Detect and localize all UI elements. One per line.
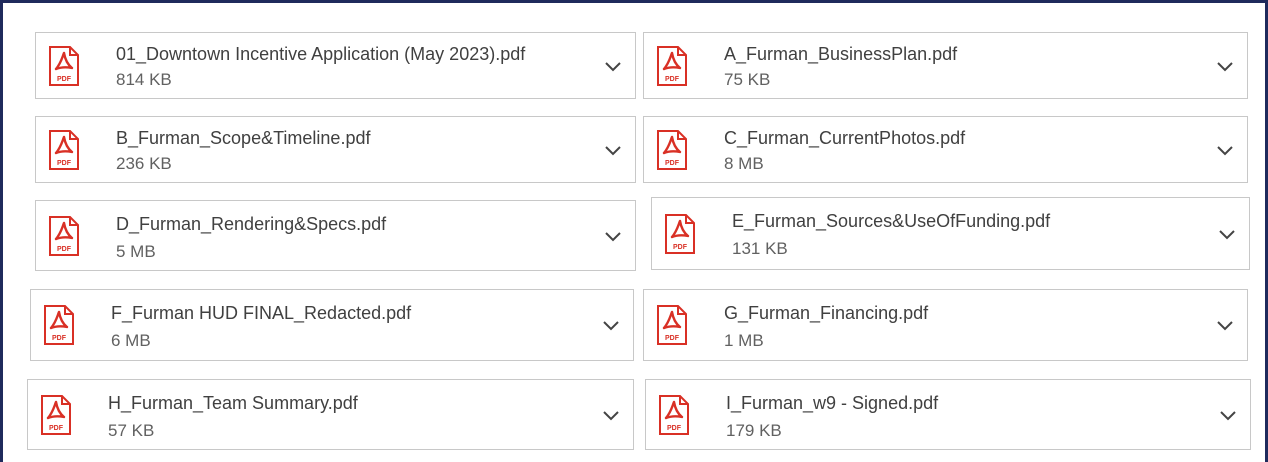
chevron-down-icon[interactable] xyxy=(1213,54,1237,78)
attachments-panel: PDF 01_Downtown Incentive Application (M… xyxy=(0,0,1268,462)
pdf-file-icon: PDF xyxy=(657,305,687,345)
chevron-down-icon[interactable] xyxy=(1215,222,1239,246)
attachment-size: 6 MB xyxy=(111,331,151,350)
pdf-file-icon: PDF xyxy=(657,45,687,86)
svg-text:PDF: PDF xyxy=(57,76,72,83)
attachment-size: 8 MB xyxy=(724,154,764,173)
attachment-size: 75 KB xyxy=(724,70,771,89)
attachment-card[interactable]: PDF 01_Downtown Incentive Application (M… xyxy=(35,32,636,99)
svg-text:PDF: PDF xyxy=(52,335,67,342)
attachment-card[interactable]: PDF C_Furman_CurrentPhotos.pdf 8 MB xyxy=(643,116,1248,183)
attachment-name: F_Furman HUD FINAL_Redacted.pdf xyxy=(111,303,412,323)
attachment-name: A_Furman_BusinessPlan.pdf xyxy=(724,44,958,64)
attachment-size: 131 KB xyxy=(732,239,788,258)
pdf-file-icon: PDF xyxy=(657,129,687,170)
attachment-name: E_Furman_Sources&UseOfFunding.pdf xyxy=(732,211,1051,231)
attachment-size: 1 MB xyxy=(724,331,764,350)
attachment-size: 814 KB xyxy=(116,70,172,89)
attachment-name: I_Furman_w9 - Signed.pdf xyxy=(726,393,939,413)
attachment-card[interactable]: PDF G_Furman_Financing.pdf 1 MB xyxy=(643,289,1248,361)
svg-text:PDF: PDF xyxy=(57,246,72,253)
attachment-name: H_Furman_Team Summary.pdf xyxy=(108,393,358,413)
svg-text:PDF: PDF xyxy=(57,160,72,167)
svg-text:PDF: PDF xyxy=(665,76,680,83)
attachment-card[interactable]: PDF D_Furman_Rendering&Specs.pdf 5 MB xyxy=(35,200,636,271)
attachment-card[interactable]: PDF E_Furman_Sources&UseOfFunding.pdf 13… xyxy=(651,197,1250,270)
attachment-card[interactable]: PDF A_Furman_BusinessPlan.pdf 75 KB xyxy=(643,32,1248,99)
chevron-down-icon[interactable] xyxy=(1213,313,1237,337)
attachment-size: 5 MB xyxy=(116,242,156,261)
chevron-down-icon[interactable] xyxy=(1216,403,1240,427)
attachment-name: D_Furman_Rendering&Specs.pdf xyxy=(116,214,387,234)
attachment-size: 236 KB xyxy=(116,154,172,173)
attachment-card[interactable]: PDF I_Furman_w9 - Signed.pdf 179 KB xyxy=(645,379,1251,450)
pdf-file-icon: PDF xyxy=(49,215,79,256)
pdf-file-icon: PDF xyxy=(44,305,74,345)
pdf-file-icon: PDF xyxy=(659,394,689,435)
chevron-down-icon[interactable] xyxy=(601,54,625,78)
attachment-card[interactable]: PDF H_Furman_Team Summary.pdf 57 KB xyxy=(27,379,634,450)
attachment-size: 57 KB xyxy=(108,421,155,440)
attachment-card[interactable]: PDF F_Furman HUD FINAL_Redacted.pdf 6 MB xyxy=(30,289,634,361)
chevron-down-icon[interactable] xyxy=(599,313,623,337)
attachment-name: C_Furman_CurrentPhotos.pdf xyxy=(724,128,966,148)
attachment-size: 179 KB xyxy=(726,421,782,440)
attachment-name: G_Furman_Financing.pdf xyxy=(724,303,929,323)
chevron-down-icon[interactable] xyxy=(601,138,625,162)
pdf-file-icon: PDF xyxy=(49,129,79,170)
pdf-file-icon: PDF xyxy=(41,394,71,435)
chevron-down-icon[interactable] xyxy=(599,403,623,427)
attachment-card[interactable]: PDF B_Furman_Scope&Timeline.pdf 236 KB xyxy=(35,116,636,183)
chevron-down-icon[interactable] xyxy=(601,224,625,248)
pdf-file-icon: PDF xyxy=(665,213,695,254)
svg-text:PDF: PDF xyxy=(667,425,682,432)
chevron-down-icon[interactable] xyxy=(1213,138,1237,162)
attachment-name: B_Furman_Scope&Timeline.pdf xyxy=(116,128,371,148)
pdf-file-icon: PDF xyxy=(49,45,79,86)
svg-text:PDF: PDF xyxy=(665,160,680,167)
svg-text:PDF: PDF xyxy=(49,425,64,432)
svg-text:PDF: PDF xyxy=(665,335,680,342)
attachment-name: 01_Downtown Incentive Application (May 2… xyxy=(116,44,526,64)
svg-text:PDF: PDF xyxy=(673,244,688,251)
